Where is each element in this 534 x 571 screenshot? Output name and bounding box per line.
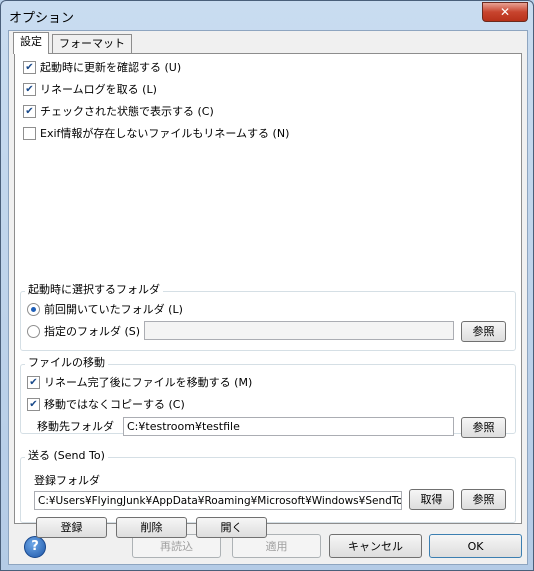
tab-format[interactable]: フォーマット (52, 34, 132, 53)
radio-previous-label: 前回開いていたフォルダ (L) (44, 303, 183, 316)
option-check-update[interactable]: ✔ 起動時に更新を確認する (U) (23, 60, 181, 76)
option-show-checked[interactable]: ✔ チェックされた状態で表示する (C) (23, 104, 214, 120)
option-rename-log[interactable]: ✔ リネームログを取る (L) (23, 82, 157, 98)
dialog-client-area: 設定 フォーマット ✔ 起動時に更新を確認する (U) ✔ リネームログを取る (L… (8, 30, 528, 565)
option-move-after-rename-label: リネーム完了後にファイルを移動する (M) (44, 376, 253, 389)
checkbox-rename-log[interactable]: ✔ (23, 82, 36, 96)
dest-folder-label: 移動先フォルダ (37, 420, 114, 433)
window-title: オプション (9, 11, 75, 26)
checkbox-copy-instead[interactable]: ✔ (27, 397, 40, 411)
sendto-folder-label: 登録フォルダ (34, 474, 100, 487)
checkbox-move-after-rename[interactable]: ✔ (27, 375, 40, 389)
sendto-register-button[interactable]: 登録 (36, 517, 107, 538)
sendto-open-button[interactable]: 開く (196, 517, 267, 538)
option-rename-no-exif[interactable]: Exif情報が存在しないファイルもリネームする (N) (23, 126, 289, 142)
close-button[interactable]: ✕ (482, 2, 528, 22)
checkbox-check-update[interactable]: ✔ (23, 60, 36, 74)
option-copy-instead-label: 移動ではなくコピーする (C) (44, 398, 185, 411)
cancel-button[interactable]: キャンセル (329, 534, 422, 558)
help-icon[interactable]: ? (24, 536, 46, 558)
option-rename-log-label: リネームログを取る (L) (40, 83, 157, 96)
radio-previous-indicator[interactable] (27, 302, 40, 316)
startup-folder-path-field[interactable] (144, 321, 454, 340)
sendto-get-button[interactable]: 取得 (409, 489, 454, 510)
checkbox-show-checked[interactable]: ✔ (23, 104, 36, 118)
radio-specified-label: 指定のフォルダ (S) (44, 325, 141, 338)
sendto-folder-field[interactable]: C:¥Users¥FlyingJunk¥AppData¥Roaming¥Micr… (34, 491, 402, 510)
radio-previous-folder[interactable]: 前回開いていたフォルダ (L) (27, 302, 183, 318)
option-show-checked-label: チェックされた状態で表示する (C) (40, 105, 214, 118)
dest-folder-field[interactable]: C:¥testroom¥testfile (123, 417, 454, 436)
radio-specified-folder[interactable]: 指定のフォルダ (S) (27, 324, 140, 340)
sendto-delete-button[interactable]: 削除 (116, 517, 187, 538)
startup-browse-button[interactable]: 参照 (461, 321, 506, 342)
dest-browse-button[interactable]: 参照 (461, 417, 506, 438)
file-move-group-title: ファイルの移動 (25, 356, 108, 370)
radio-specified-indicator[interactable] (27, 324, 40, 338)
settings-panel: ✔ 起動時に更新を確認する (U) ✔ リネームログを取る (L) ✔ チェックされた… (14, 53, 522, 538)
checkbox-rename-no-exif[interactable] (23, 126, 36, 140)
option-check-update-label: 起動時に更新を確認する (U) (40, 61, 182, 74)
sendto-browse-button[interactable]: 参照 (461, 489, 506, 510)
tab-settings[interactable]: 設定 (13, 32, 49, 54)
option-copy-instead[interactable]: ✔ 移動ではなくコピーする (C) (27, 397, 185, 413)
option-rename-no-exif-label: Exif情報が存在しないファイルもリネームする (N) (40, 127, 290, 140)
send-to-group-title: 送る (Send To) (25, 449, 108, 463)
ok-button[interactable]: OK (429, 534, 522, 558)
options-window: オプション ✕ 設定 フォーマット ✔ 起動時に更新を確認する (U) ✔ リネーム… (0, 0, 534, 571)
startup-folder-group-title: 起動時に選択するフォルダ (25, 283, 163, 297)
title-bar: オプション ✕ (1, 1, 533, 29)
option-move-after-rename[interactable]: ✔ リネーム完了後にファイルを移動する (M) (27, 375, 252, 391)
